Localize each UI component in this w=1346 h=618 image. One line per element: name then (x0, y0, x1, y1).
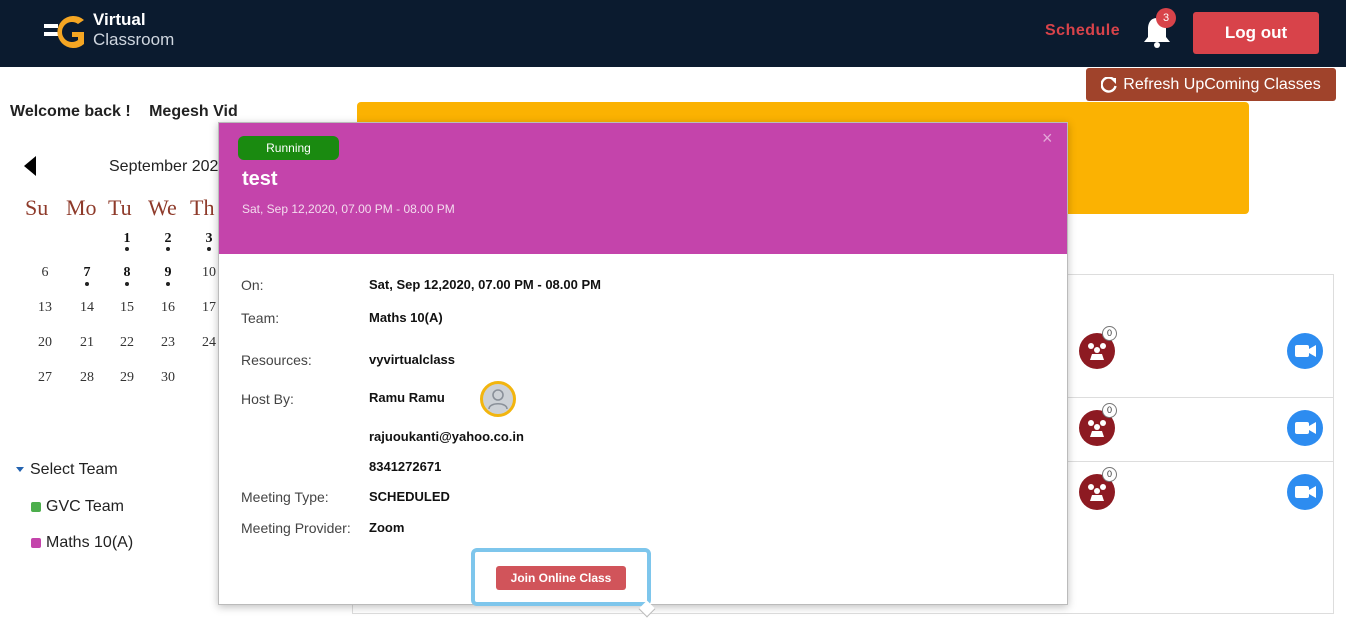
resources-label: Resources: (241, 352, 312, 368)
weekday-header-su: Su (25, 195, 49, 220)
meeting-provider-label: Meeting Provider: (241, 520, 351, 536)
calendar-day[interactable]: 30 (156, 370, 180, 386)
refresh-upcoming-classes-button[interactable]: Refresh UpComing Classes (1086, 68, 1336, 101)
popup-datetime: Sat, Sep 12,2020, 07.00 PM - 08.00 PM (242, 202, 455, 216)
host-label: Host By: (241, 391, 294, 407)
calendar-day[interactable]: 13 (33, 300, 57, 316)
on-value: Sat, Sep 12,2020, 07.00 PM - 08.00 PM (369, 277, 601, 292)
calendar-day[interactable]: 28 (75, 370, 99, 386)
calendar-day[interactable]: 23 (156, 335, 180, 351)
video-call-icon[interactable] (1287, 474, 1323, 510)
event-dot (207, 247, 211, 251)
logout-button[interactable]: Log out (1193, 12, 1319, 54)
resources-value: vyvirtualclass (369, 352, 456, 367)
calendar-day[interactable]: 21 (75, 335, 99, 351)
team-label: Team: (241, 310, 280, 326)
logo-text: Virtual Classroom (93, 10, 174, 50)
meeting-type-label: Meeting Type: (241, 489, 329, 505)
close-icon[interactable]: × (1042, 128, 1053, 149)
host-email[interactable]: rajuoukanti@yahoo.co.in (369, 429, 524, 444)
event-dot (85, 282, 89, 286)
schedule-link[interactable]: Schedule (1045, 22, 1120, 40)
welcome-message: Welcome back ! Megesh Vid (10, 103, 252, 121)
caret-down-icon (16, 467, 24, 473)
event-dot (125, 247, 129, 251)
calendar-day[interactable]: 9 (156, 265, 180, 281)
calendar-day[interactable]: 8 (115, 265, 139, 281)
status-badge: Running (238, 136, 339, 160)
host-phone: 8341272671 (369, 459, 442, 474)
weekday-header-th: Th (190, 195, 215, 220)
calendar-day[interactable]: 27 (33, 370, 57, 386)
class-details-popup: Running test Sat, Sep 12,2020, 07.00 PM … (218, 122, 1068, 618)
calendar-prev-month-icon[interactable] (24, 156, 36, 176)
calendar-day[interactable]: 22 (115, 335, 139, 351)
team-label: GVC Team (46, 498, 124, 515)
team-value: Maths 10(A) (369, 310, 443, 325)
calendar-day[interactable]: 20 (33, 335, 57, 351)
host-name: Ramu Ramu (369, 390, 445, 405)
calendar-day[interactable]: 14 (75, 300, 99, 316)
select-team-label: Select Team (30, 461, 118, 478)
weekday-header-we: We (148, 195, 177, 220)
team-label: Maths 10(A) (46, 534, 134, 551)
team-color-swatch (31, 501, 41, 512)
popup-title: test (242, 168, 278, 190)
calendar-month-label: September 202 (109, 158, 219, 175)
participants-count-badge: 0 (1102, 326, 1117, 341)
video-call-icon[interactable] (1287, 410, 1323, 446)
event-dot (166, 282, 170, 286)
team-item-maths-10a[interactable]: Maths 10(A) (31, 534, 133, 552)
calendar-day[interactable]: 1 (115, 231, 139, 247)
refresh-label: Refresh UpComing Classes (1123, 75, 1321, 93)
team-item-gvc-team[interactable]: GVC Team (31, 498, 124, 516)
select-team-toggle[interactable]: Select Team (16, 461, 118, 479)
meeting-type-value: SCHEDULED (369, 489, 450, 504)
calendar-day[interactable]: 2 (156, 231, 180, 247)
popup-header: Running test Sat, Sep 12,2020, 07.00 PM … (219, 123, 1067, 254)
participants-count-badge: 0 (1102, 403, 1117, 418)
team-color-swatch (31, 537, 41, 548)
welcome-user-name: Megesh Vid (149, 103, 238, 120)
calendar-day[interactable]: 16 (156, 300, 180, 316)
join-online-class-button[interactable]: Join Online Class (496, 566, 626, 590)
host-avatar (480, 381, 516, 417)
calendar-day[interactable]: 29 (115, 370, 139, 386)
logo-title: Virtual (93, 10, 146, 29)
event-dot (125, 282, 129, 286)
participants-count-badge: 0 (1102, 467, 1117, 482)
event-dot (166, 247, 170, 251)
weekday-header-mo: Mo (66, 195, 97, 220)
meeting-provider-value: Zoom (369, 520, 405, 535)
on-label: On: (241, 277, 264, 293)
video-call-icon[interactable] (1287, 333, 1323, 369)
weekday-header-tu: Tu (108, 195, 132, 220)
welcome-greeting: Welcome back ! (10, 103, 131, 120)
calendar-day[interactable]: 15 (115, 300, 139, 316)
notification-count-badge: 3 (1156, 8, 1176, 28)
refresh-icon (1101, 76, 1117, 93)
calendar-day[interactable]: 7 (75, 265, 99, 281)
logo-subtitle: Classroom (93, 30, 175, 49)
calendar-day[interactable]: 6 (33, 265, 57, 281)
top-navbar: Virtual Classroom Schedule 3 Log out (0, 0, 1346, 67)
